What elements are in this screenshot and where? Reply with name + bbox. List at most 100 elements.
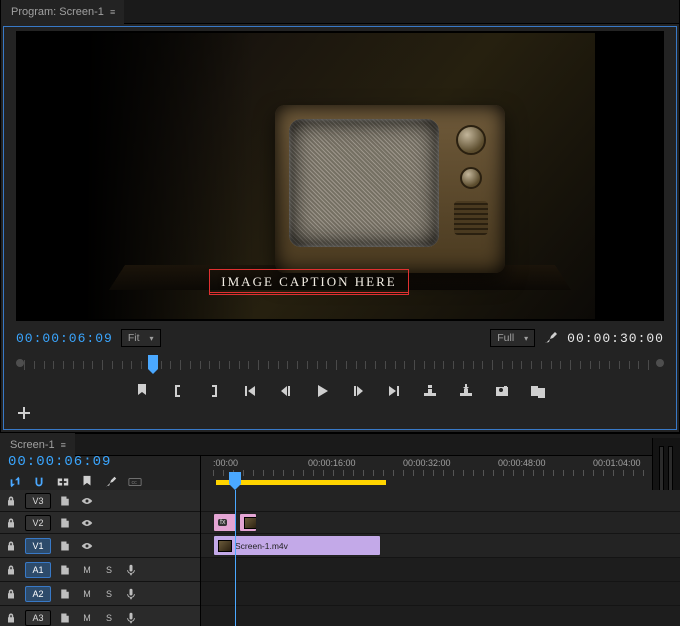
resolution-dropdown[interactable]: Full ▾ bbox=[490, 329, 535, 347]
playhead-line[interactable] bbox=[235, 490, 236, 626]
video-viewport[interactable]: IMAGE CAPTION HERE bbox=[16, 31, 664, 321]
program-body: IMAGE CAPTION HERE 00:00:06:09 Fit ▾ Ful… bbox=[3, 26, 677, 430]
program-tabbar: Program: Screen-1 ≡ bbox=[1, 0, 679, 24]
mark-out-button[interactable] bbox=[206, 383, 222, 399]
toggle-output-eye-icon[interactable] bbox=[78, 514, 96, 532]
source-patch-icon[interactable] bbox=[56, 492, 74, 510]
monitor-playhead[interactable] bbox=[148, 355, 158, 369]
monitor-info-bar: 00:00:06:09 Fit ▾ Full ▾ 00:00:30:00 bbox=[16, 325, 664, 351]
timeline-header: 00:00:06:09 cc :00:0000:00:16:0000:00:32… bbox=[0, 456, 680, 490]
time-ruler[interactable]: :00:0000:00:16:0000:00:32:0000:00:48:000… bbox=[200, 456, 680, 490]
current-timecode[interactable]: 00:00:06:09 bbox=[16, 331, 113, 346]
toggle-output-eye-icon[interactable] bbox=[78, 537, 96, 555]
lock-track-icon[interactable] bbox=[2, 585, 20, 603]
chevron-down-icon: ▾ bbox=[524, 334, 528, 343]
track-target-a2[interactable]: A2 bbox=[25, 586, 51, 602]
timeline-tools: cc bbox=[8, 472, 192, 492]
sequence-tab-label: Screen-1 bbox=[10, 439, 55, 451]
panel-menu-icon[interactable]: ≡ bbox=[61, 440, 65, 450]
timeline-settings-icon[interactable] bbox=[104, 475, 118, 489]
mute-button[interactable]: M bbox=[78, 609, 96, 626]
clip-label: Screen-1.m4v bbox=[235, 541, 288, 551]
source-patch-icon[interactable] bbox=[56, 514, 74, 532]
solo-button[interactable]: S bbox=[100, 561, 118, 579]
button-editor-plus-icon[interactable] bbox=[16, 405, 32, 421]
comparison-view-button[interactable] bbox=[530, 383, 546, 399]
track-header-a3: A3 MS bbox=[0, 606, 200, 626]
track-lane-v3[interactable] bbox=[201, 490, 680, 512]
voiceover-mic-icon[interactable] bbox=[122, 609, 140, 626]
step-forward-button[interactable] bbox=[350, 383, 366, 399]
source-patch-icon[interactable] bbox=[56, 585, 74, 603]
ruler-label: :00:00 bbox=[213, 458, 238, 468]
voiceover-mic-icon[interactable] bbox=[122, 561, 140, 579]
zoom-dropdown[interactable]: Fit ▾ bbox=[121, 329, 161, 347]
clip-graphic[interactable]: fx bbox=[213, 513, 237, 532]
ruler-label: 00:01:04:00 bbox=[593, 458, 641, 468]
track-body[interactable]: fx Screen-1.m4v bbox=[200, 490, 680, 626]
clip-thumb-icon bbox=[244, 517, 257, 529]
export-frame-button[interactable] bbox=[494, 383, 510, 399]
track-lane-a3[interactable] bbox=[201, 606, 680, 626]
toggle-output-eye-icon[interactable] bbox=[78, 492, 96, 510]
settings-wrench-icon[interactable] bbox=[543, 330, 559, 346]
goto-in-button[interactable] bbox=[242, 383, 258, 399]
chevron-down-icon: ▾ bbox=[150, 334, 154, 343]
solo-button[interactable]: S bbox=[100, 609, 118, 626]
timeline-timecode[interactable]: 00:00:06:09 bbox=[8, 454, 192, 470]
solo-button[interactable]: S bbox=[100, 585, 118, 603]
track-target-a3[interactable]: A3 bbox=[25, 610, 51, 626]
timeline-panel: Screen-1 ≡ 00:00:06:09 cc :00:0000:00:16… bbox=[0, 433, 680, 626]
zoom-value: Fit bbox=[128, 332, 140, 344]
clip-thumb-icon bbox=[218, 540, 232, 552]
source-patch-icon[interactable] bbox=[56, 561, 74, 579]
panel-menu-icon[interactable]: ≡ bbox=[110, 7, 114, 17]
video-frame: IMAGE CAPTION HERE bbox=[85, 33, 595, 319]
track-lane-a2[interactable] bbox=[201, 582, 680, 606]
ruler-label: 00:00:32:00 bbox=[403, 458, 451, 468]
voiceover-mic-icon[interactable] bbox=[122, 585, 140, 603]
track-lane-v2[interactable]: fx bbox=[201, 512, 680, 534]
track-target-a1[interactable]: A1 bbox=[25, 562, 51, 578]
transport-bar bbox=[16, 377, 664, 421]
track-target-v1[interactable]: V1 bbox=[25, 538, 51, 554]
mute-button[interactable]: M bbox=[78, 585, 96, 603]
ruler-label: 00:00:48:00 bbox=[498, 458, 546, 468]
lock-track-icon[interactable] bbox=[2, 492, 20, 510]
captions-icon[interactable]: cc bbox=[128, 475, 142, 489]
nest-toggle-icon[interactable] bbox=[8, 475, 22, 489]
track-header-v1: V1 bbox=[0, 534, 200, 558]
program-tab[interactable]: Program: Screen-1 ≡ bbox=[1, 0, 124, 24]
duration-timecode[interactable]: 00:00:30:00 bbox=[567, 331, 664, 346]
monitor-scrub-bar[interactable] bbox=[16, 355, 664, 375]
track-lane-v1[interactable]: Screen-1.m4v bbox=[201, 534, 680, 558]
mark-in-button[interactable] bbox=[170, 383, 186, 399]
goto-out-button[interactable] bbox=[386, 383, 402, 399]
work-area-bar[interactable] bbox=[216, 480, 386, 485]
track-headers: V3V2V1A1MSA2MSA3MS bbox=[0, 490, 200, 626]
timeline-playhead[interactable] bbox=[229, 472, 241, 484]
snap-icon[interactable] bbox=[32, 475, 46, 489]
step-back-button[interactable] bbox=[278, 383, 294, 399]
extract-button[interactable] bbox=[458, 383, 474, 399]
track-target-v2[interactable]: V2 bbox=[25, 515, 51, 531]
source-patch-icon[interactable] bbox=[56, 537, 74, 555]
play-button[interactable] bbox=[314, 383, 330, 399]
track-target-v3[interactable]: V3 bbox=[25, 493, 51, 509]
clip-graphic[interactable] bbox=[239, 513, 257, 532]
lock-track-icon[interactable] bbox=[2, 609, 20, 626]
title-bounding-box[interactable]: IMAGE CAPTION HERE bbox=[209, 269, 409, 295]
linked-selection-icon[interactable] bbox=[56, 475, 70, 489]
clip-video[interactable]: Screen-1.m4v bbox=[213, 535, 381, 556]
lift-button[interactable] bbox=[422, 383, 438, 399]
lock-track-icon[interactable] bbox=[2, 537, 20, 555]
fx-badge: fx bbox=[218, 519, 227, 526]
mute-button[interactable]: M bbox=[78, 561, 96, 579]
add-marker-button[interactable] bbox=[134, 383, 150, 399]
tracks-area: V3V2V1A1MSA2MSA3MS fxScreen-1.m4v bbox=[0, 490, 680, 626]
marker-tool-icon[interactable] bbox=[80, 475, 94, 489]
lock-track-icon[interactable] bbox=[2, 561, 20, 579]
track-lane-a1[interactable] bbox=[201, 558, 680, 582]
source-patch-icon[interactable] bbox=[56, 609, 74, 626]
lock-track-icon[interactable] bbox=[2, 514, 20, 532]
